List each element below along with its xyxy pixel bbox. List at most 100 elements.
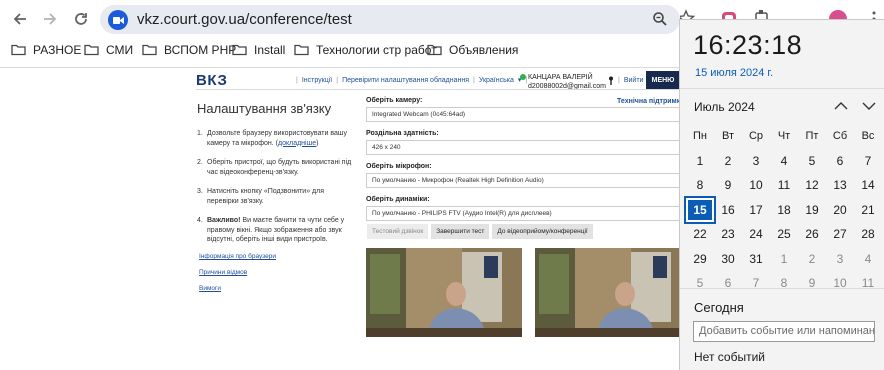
bookmark-label: Объявления xyxy=(449,43,519,57)
important-label: Важливо! xyxy=(207,217,241,224)
step-number: 2. xyxy=(197,159,203,166)
site-nav: | Інструкції | Перевірити налаштування о… xyxy=(296,76,528,85)
folder-icon xyxy=(142,44,157,56)
calendar-day[interactable]: 8 xyxy=(686,173,714,198)
calendar-day[interactable]: 12 xyxy=(798,173,826,198)
bookmark-folder[interactable]: СМИ xyxy=(84,43,133,57)
menu-button[interactable]: МЕНЮ xyxy=(646,71,680,89)
calendar-day[interactable]: 4 xyxy=(770,149,798,174)
webcam-image xyxy=(535,248,691,337)
calendar-day[interactable]: 19 xyxy=(798,198,826,223)
steps-list: 1. Дозвольте браузеру використовувати ва… xyxy=(197,129,357,245)
calendar-day[interactable]: 10 xyxy=(742,173,770,198)
calendar-day-next-month[interactable]: 6 xyxy=(714,271,742,296)
list-item: 4. Важливо! Ви маєте бачити та чути себе… xyxy=(197,216,357,245)
calendar-day[interactable]: 21 xyxy=(854,198,882,223)
nav-instructions-link[interactable]: Інструкції xyxy=(302,77,332,84)
calendar-day[interactable]: 1 xyxy=(686,149,714,174)
go-to-conference-button[interactable]: До відеоприйому/конференції xyxy=(492,224,593,239)
end-test-button[interactable]: Завершити тест xyxy=(431,224,490,239)
calendar-day[interactable]: 16 xyxy=(714,198,742,223)
calendar-day-next-month[interactable]: 7 xyxy=(742,271,770,296)
previous-month-button[interactable] xyxy=(833,98,849,114)
calendar-day[interactable]: 27 xyxy=(826,222,854,247)
calendar-day[interactable]: 29 xyxy=(686,247,714,272)
bookmark-folder[interactable]: РАЗНОЕ xyxy=(11,43,81,57)
step-text: Натисніть кнопку «Подзвонити» для переві… xyxy=(207,188,325,205)
calendar-day-next-month[interactable]: 2 xyxy=(798,247,826,272)
calendar-day[interactable]: 14 xyxy=(854,173,882,198)
calendar-day[interactable]: 30 xyxy=(714,247,742,272)
clock-time: 16:23:18 xyxy=(693,30,803,60)
requirements-link[interactable]: Вимоги xyxy=(199,281,276,297)
calendar-day-next-month[interactable]: 3 xyxy=(826,247,854,272)
weekday-label: Пн xyxy=(693,130,707,143)
test-buttons: Тестовий дзвінок Завершити тест До відео… xyxy=(367,224,593,239)
microphone-select[interactable]: По умолчанию - Микрофон (Realtek High De… xyxy=(366,173,680,188)
month-title[interactable]: Июль 2024 xyxy=(694,100,755,114)
logout-link[interactable]: | Вийти xyxy=(608,76,643,85)
reload-button[interactable] xyxy=(70,8,92,30)
zoom-icon[interactable] xyxy=(652,11,668,32)
site-logo[interactable]: ВКЗ xyxy=(196,72,227,89)
date-link[interactable]: 15 июля 2024 г. xyxy=(695,67,773,79)
calendar-day[interactable]: 13 xyxy=(826,173,854,198)
calendar-day[interactable]: 18 xyxy=(770,198,798,223)
calendar-day[interactable]: 24 xyxy=(742,222,770,247)
step-number: 3. xyxy=(197,188,203,195)
calendar-day[interactable]: 20 xyxy=(826,198,854,223)
local-video-preview xyxy=(366,248,522,337)
language-select[interactable]: Українська xyxy=(479,77,514,84)
calendar-day[interactable]: 9 xyxy=(714,173,742,198)
calendar-day-next-month[interactable]: 5 xyxy=(686,271,714,296)
calendar-day-next-month[interactable]: 8 xyxy=(770,271,798,296)
back-button[interactable] xyxy=(9,8,31,30)
next-month-button[interactable] xyxy=(861,98,877,114)
calendar-grid: Пн Вт Ср Чт Пт Сб Вс 1 2 3 4 5 6 7 8 9 1… xyxy=(684,124,882,296)
speakers-label: Оберіть динаміки: xyxy=(366,196,430,203)
list-item: 1. Дозвольте браузеру використовувати ва… xyxy=(197,129,357,148)
online-status-icon xyxy=(520,74,526,81)
calendar-day-next-month[interactable]: 10 xyxy=(826,271,854,296)
address-bar[interactable]: vkz.court.gov.ua/conference/test xyxy=(100,5,680,34)
calendar-day[interactable]: 22 xyxy=(686,222,714,247)
calendar-week: 1 2 3 4 5 6 7 xyxy=(686,149,882,174)
calendar-day[interactable]: 6 xyxy=(826,149,854,174)
bookmark-folder[interactable]: Install xyxy=(232,43,285,57)
calendar-day-next-month[interactable]: 1 xyxy=(770,247,798,272)
calendar-day[interactable]: 7 xyxy=(854,149,882,174)
bookmark-folder[interactable]: Технологии стр работ xyxy=(294,43,437,57)
site-info-icon[interactable] xyxy=(108,10,128,30)
url-text[interactable]: vkz.court.gov.ua/conference/test xyxy=(137,11,352,28)
calendar-day-next-month[interactable]: 11 xyxy=(854,271,882,296)
calendar-day[interactable]: 11 xyxy=(770,173,798,198)
refusal-reasons-link[interactable]: Причини відмов xyxy=(199,265,276,281)
calendar-day[interactable]: 3 xyxy=(742,149,770,174)
calendar-day[interactable]: 31 xyxy=(742,247,770,272)
calendar-day[interactable]: 2 xyxy=(714,149,742,174)
device-form: Оберіть камеру: Integrated Webcam (0c45:… xyxy=(366,97,680,229)
bookmark-folder[interactable]: Объявления xyxy=(427,43,518,57)
chevron-down-icon xyxy=(862,102,876,110)
calendar-day-next-month[interactable]: 4 xyxy=(854,247,882,272)
weekday-label: Ср xyxy=(748,130,764,143)
bookmark-folder[interactable]: ВСПОМ РНР xyxy=(142,43,236,57)
calendar-day[interactable]: 26 xyxy=(798,222,826,247)
add-event-input[interactable]: Добавить событие или напоминание xyxy=(693,321,875,342)
resolution-select[interactable]: 426 x 240 xyxy=(366,140,680,155)
test-call-button[interactable]: Тестовий дзвінок xyxy=(367,224,429,239)
header-divider xyxy=(196,89,680,90)
calendar-day[interactable]: 23 xyxy=(714,222,742,247)
calendar-day[interactable]: 28 xyxy=(854,222,882,247)
calendar-day-today[interactable]: 15 xyxy=(684,195,716,224)
details-link[interactable]: докладніше xyxy=(278,140,316,147)
speakers-select[interactable]: По умолчанию - PHILIPS FTV (Аудио Intel(… xyxy=(366,206,680,221)
forward-button[interactable] xyxy=(39,8,61,30)
calendar-day[interactable]: 17 xyxy=(742,198,770,223)
camera-select[interactable]: Integrated Webcam (0c45:64ad) xyxy=(366,107,680,122)
calendar-day[interactable]: 5 xyxy=(798,149,826,174)
calendar-day-next-month[interactable]: 9 xyxy=(798,271,826,296)
nav-check-equipment-link[interactable]: Перевірити налаштування обладнання xyxy=(342,77,469,84)
browser-info-link[interactable]: Інформація про браузери xyxy=(199,249,276,265)
calendar-day[interactable]: 25 xyxy=(770,222,798,247)
